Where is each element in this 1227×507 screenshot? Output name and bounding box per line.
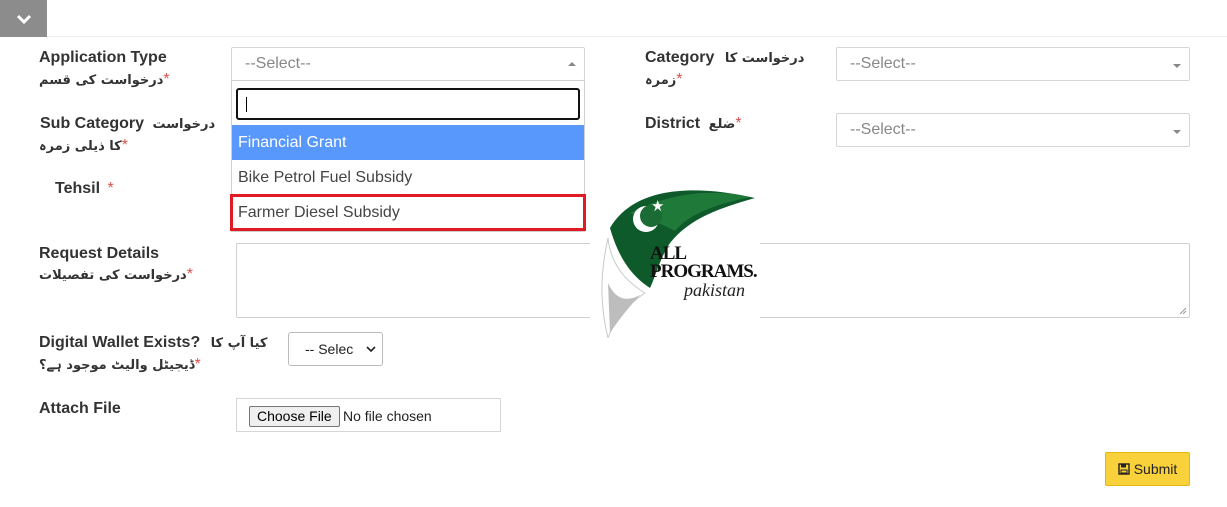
digital-wallet-label-urdu-2: ڈیجیٹل والیٹ موجود ہے؟* [39, 356, 201, 373]
application-type-value: --Select-- [245, 55, 311, 72]
application-type-label: Application Type [39, 49, 167, 66]
tehsil-label: Tehsil * [55, 180, 114, 197]
watermark-text-3: pakistan [684, 280, 745, 300]
highlight-box [230, 194, 586, 231]
district-select[interactable]: --Select-- [836, 113, 1190, 147]
caret-down-icon [1173, 130, 1181, 134]
category-label: Category درخواست کا [645, 49, 805, 66]
attach-file-label: Attach File [39, 400, 121, 417]
file-status: No file chosen [343, 408, 432, 424]
digital-wallet-label: Digital Wallet Exists? کیا آپ کا [39, 334, 268, 351]
text-cursor [246, 97, 247, 112]
sub-category-label-urdu-2: کا ذیلی زمرہ* [39, 137, 128, 154]
caret-up-icon [568, 62, 576, 66]
request-details-label: Request Details [39, 245, 160, 262]
category-select[interactable]: --Select-- [836, 47, 1190, 81]
request-details-label-urdu: درخواست کی تفصیلات* [39, 266, 193, 283]
watermark-logo: ALL PROGRAMS. pakistan [590, 183, 760, 340]
application-type-label-urdu: درخواست کی قسم* [39, 71, 170, 88]
digital-wallet-label-urdu: کیا آپ کا [210, 336, 268, 351]
submit-button[interactable]: Submit [1105, 452, 1190, 486]
chevron-down-icon [16, 14, 31, 24]
district-label-urdu: ضلع [708, 117, 736, 132]
collapse-toggle-button[interactable] [0, 0, 47, 37]
sub-category-label-urdu: درخواست [152, 117, 216, 132]
choose-file-button[interactable]: Choose File [249, 406, 340, 427]
sub-category-label: Sub Category درخواست [40, 115, 216, 132]
district-label: District ضلع* [645, 115, 742, 132]
submit-label: Submit [1133, 461, 1178, 477]
category-label-urdu: درخواست کا [724, 51, 805, 66]
caret-down-icon [1173, 64, 1181, 68]
district-value: --Select-- [850, 121, 916, 138]
category-label-urdu-2: زمرہ* [645, 71, 683, 88]
digital-wallet-value: -- Selec [305, 341, 354, 357]
resize-handle-icon[interactable] [1179, 307, 1187, 315]
file-input[interactable]: Choose File No file chosen [236, 398, 501, 432]
save-icon [1118, 463, 1130, 475]
application-type-select[interactable]: --Select-- [231, 47, 585, 81]
dropdown-option-bike-petrol-fuel-subsidy[interactable]: Bike Petrol Fuel Subsidy [232, 160, 584, 195]
digital-wallet-select[interactable]: -- Selec [288, 332, 383, 366]
dropdown-option-financial-grant[interactable]: Financial Grant [232, 125, 584, 160]
dropdown-search-input[interactable] [236, 88, 580, 120]
category-value: --Select-- [850, 55, 916, 72]
chevron-down-icon [366, 346, 376, 353]
header-divider [47, 36, 1227, 37]
